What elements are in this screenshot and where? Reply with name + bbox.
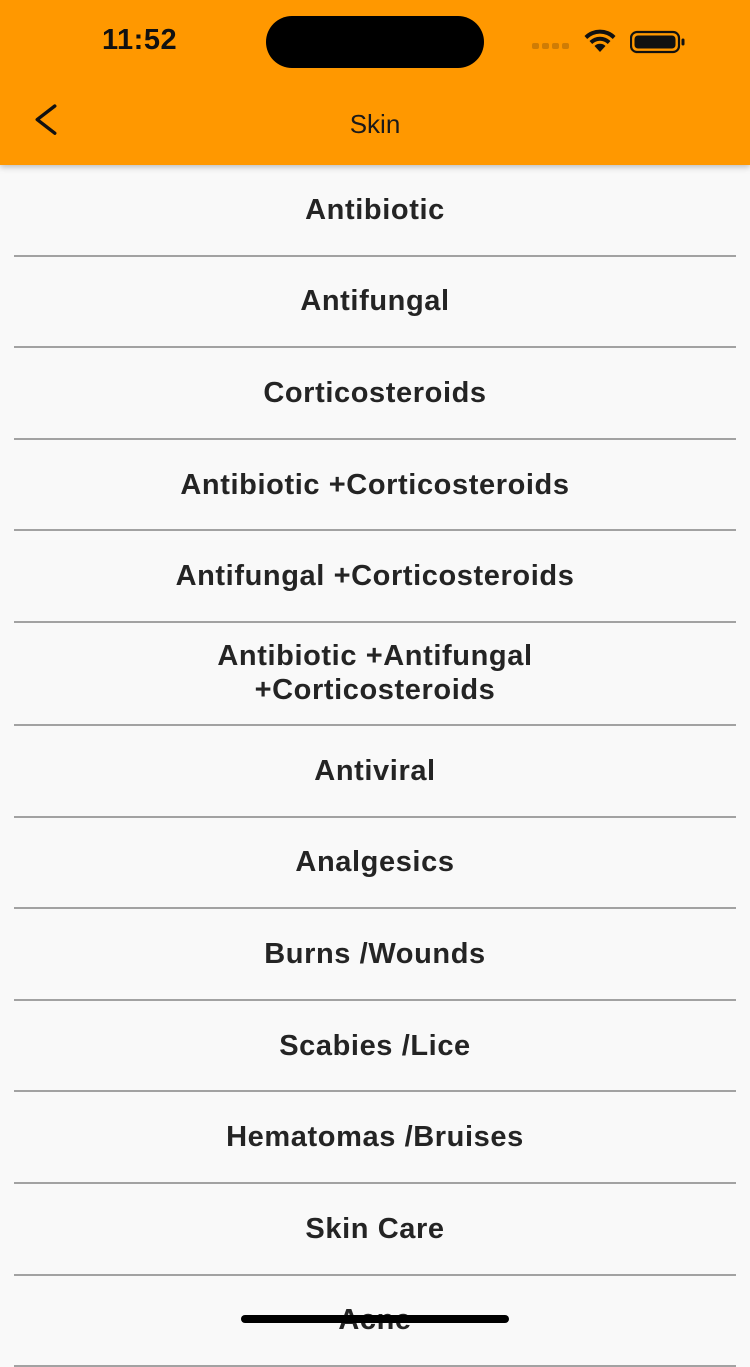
list-item-label: Hematomas /Bruises [226, 1121, 524, 1154]
list-item-antibiotic-corticosteroids[interactable]: Antibiotic +Corticosteroids [14, 440, 736, 532]
list-item-label: Corticosteroids [263, 376, 487, 409]
home-indicator[interactable] [241, 1315, 509, 1323]
dynamic-island [266, 16, 484, 68]
list-item-label: Antifungal [300, 285, 450, 318]
battery-icon [630, 30, 685, 54]
category-list: Antibiotic Antifungal Corticosteroids An… [0, 165, 750, 1367]
list-item-label: Antifungal +Corticosteroids [175, 560, 575, 593]
list-item-skin-care[interactable]: Skin Care [14, 1184, 736, 1276]
list-item-label: Scabies /Lice [279, 1029, 471, 1062]
list-item-analgesics[interactable]: Analgesics [14, 818, 736, 910]
list-item-antifungal[interactable]: Antifungal [14, 257, 736, 349]
list-item-label: Antibiotic [305, 193, 445, 226]
list-item-antifungal-corticosteroids[interactable]: Antifungal +Corticosteroids [14, 531, 736, 623]
list-item-label: Analgesics [295, 846, 455, 879]
list-item-antibiotic-antifungal-corticosteroids[interactable]: Antibiotic +Antifungal +Corticosteroids [14, 623, 736, 726]
list-item-label: Antiviral [314, 754, 436, 787]
list-item-label: Burns /Wounds [264, 937, 486, 970]
list-item-label: Antibiotic +Corticosteroids [180, 468, 570, 501]
page-title: Skin [349, 109, 401, 139]
list-item-hematomas-bruises[interactable]: Hematomas /Bruises [14, 1092, 736, 1184]
list-item-scabies-lice[interactable]: Scabies /Lice [14, 1001, 736, 1093]
list-item-corticosteroids[interactable]: Corticosteroids [14, 348, 736, 440]
list-item-antiviral[interactable]: Antiviral [14, 726, 736, 818]
app-header: 11:52 Skin [0, 0, 750, 165]
wifi-icon [584, 29, 616, 52]
cellular-signal-icon [532, 43, 572, 51]
list-item-label: Skin Care [305, 1212, 445, 1245]
list-item-antibiotic[interactable]: Antibiotic [14, 165, 736, 257]
status-time: 11:52 [102, 24, 178, 56]
list-item-burns-wounds[interactable]: Burns /Wounds [14, 909, 736, 1001]
list-item-label: Antibiotic +Antifungal +Corticosteroids [217, 640, 533, 707]
